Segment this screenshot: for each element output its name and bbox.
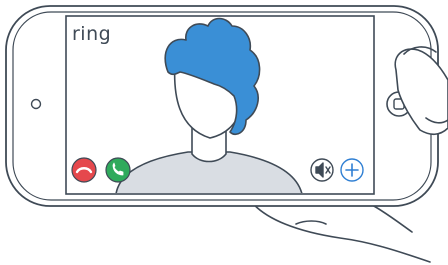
ring-logo: ring bbox=[72, 23, 111, 45]
add-button[interactable] bbox=[340, 158, 364, 182]
hand-wrist bbox=[249, 199, 431, 263]
ring-video-call-illustration: ring bbox=[5, 5, 448, 263]
front-camera-icon bbox=[30, 98, 42, 110]
decline-call-button[interactable] bbox=[71, 157, 97, 183]
accept-call-button[interactable] bbox=[105, 157, 131, 183]
mute-button[interactable] bbox=[310, 158, 334, 182]
